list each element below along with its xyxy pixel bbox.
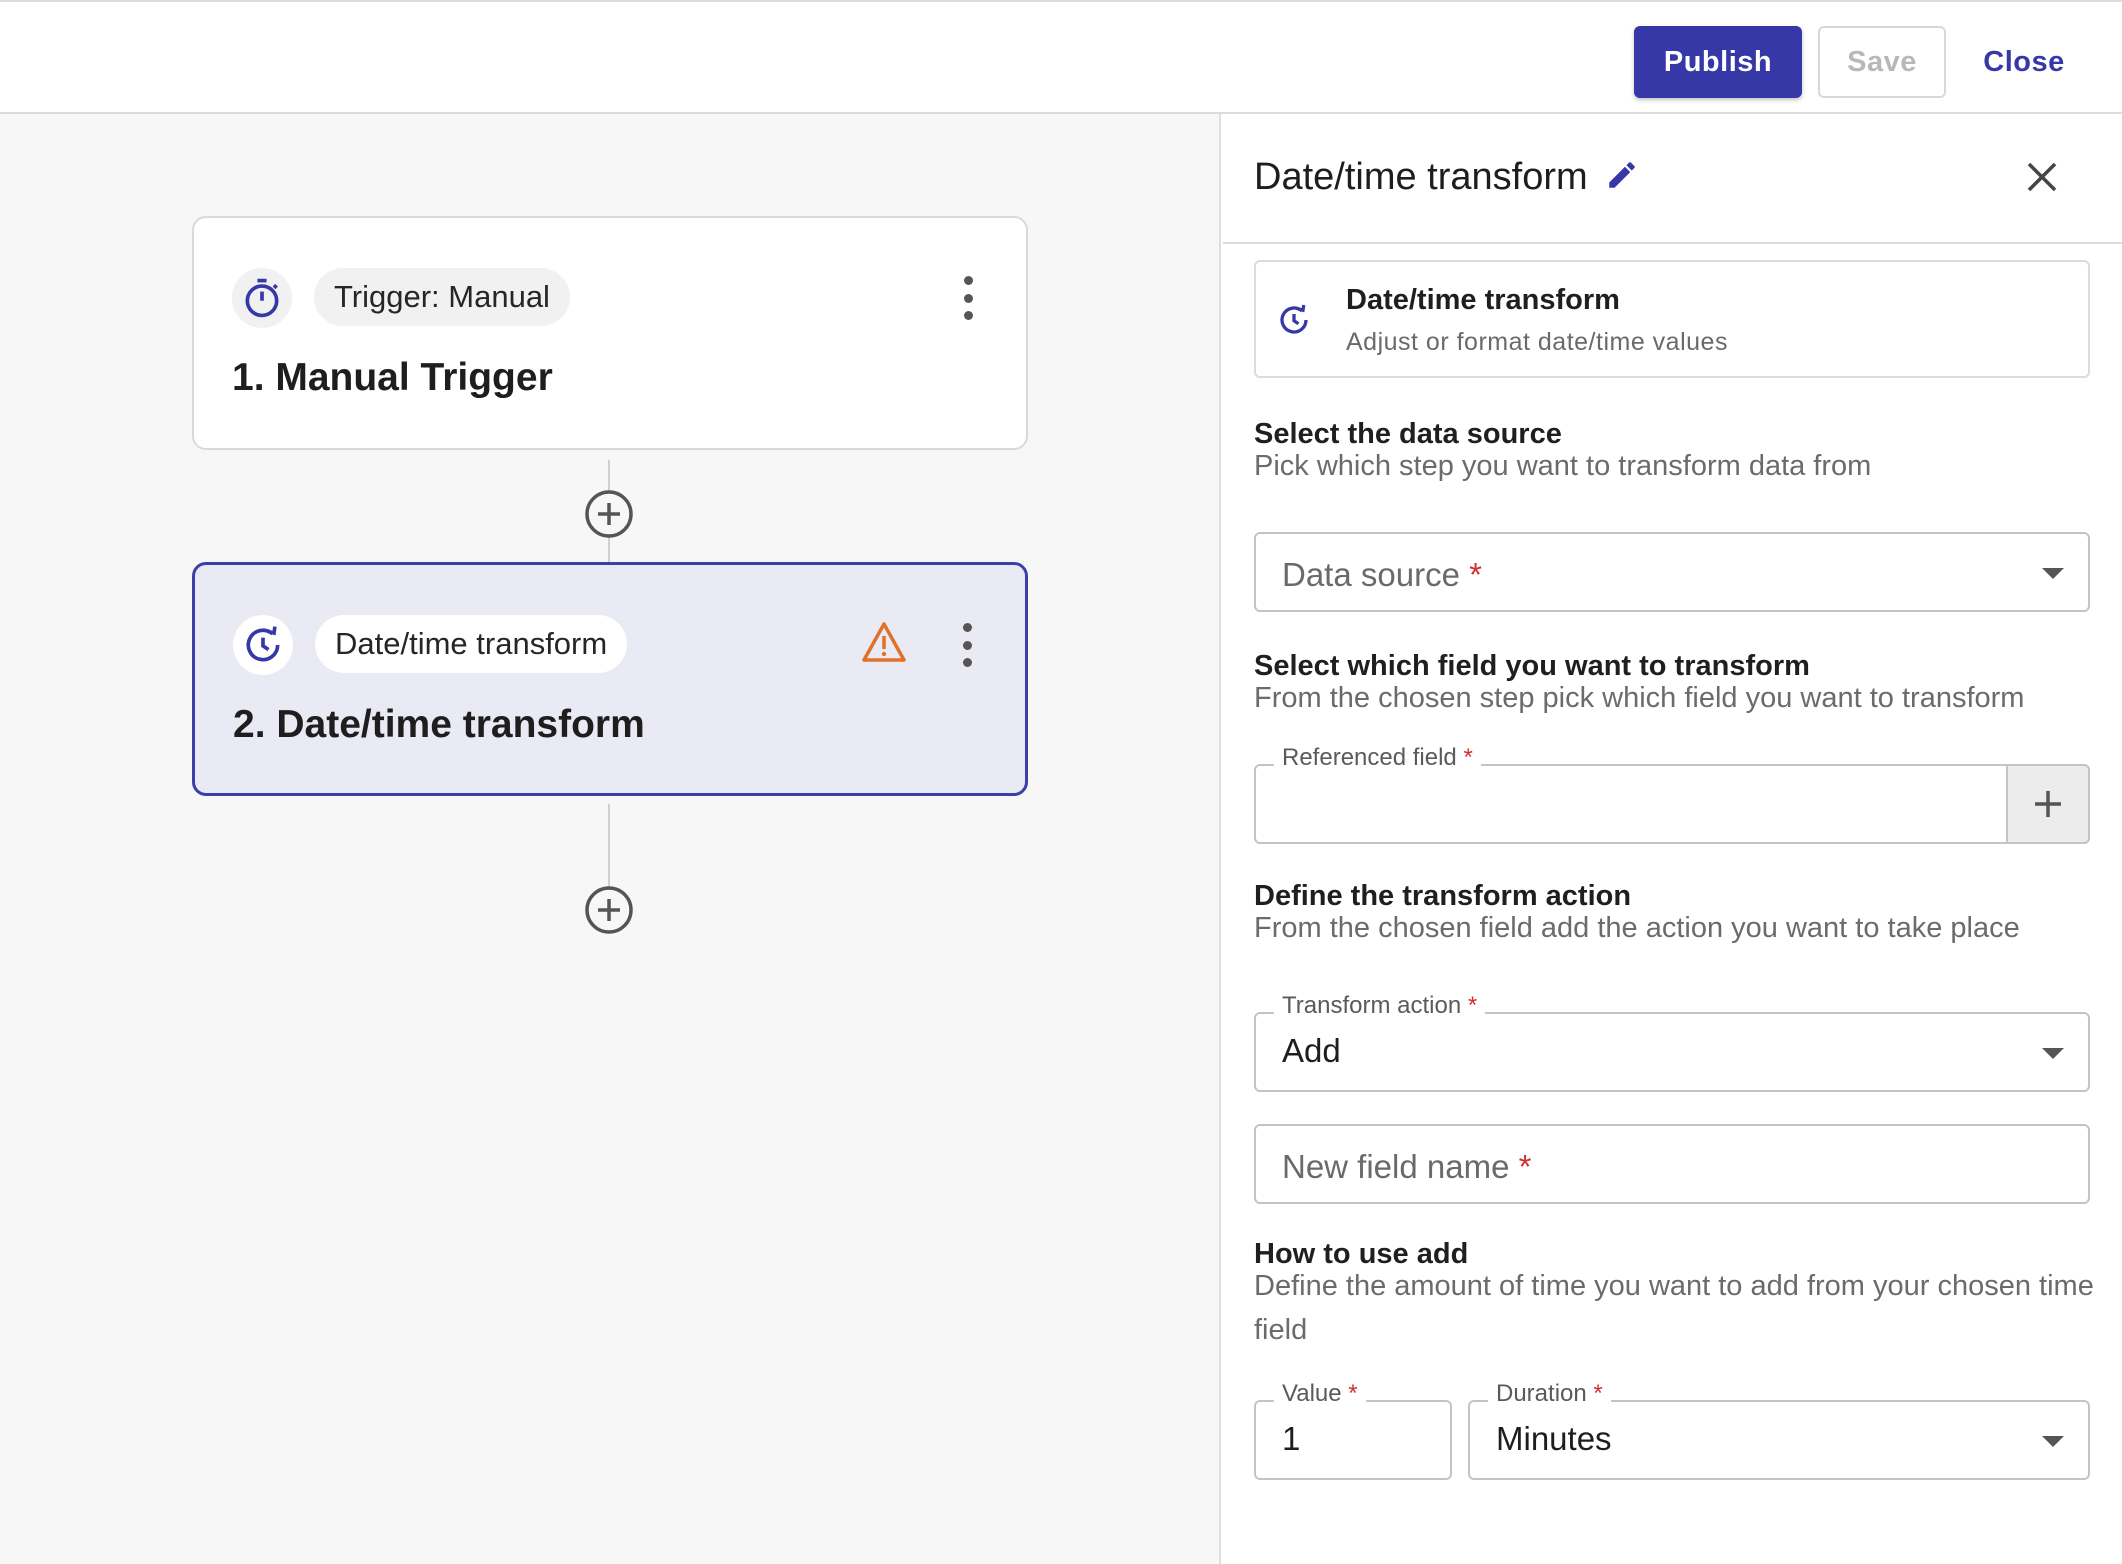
action-description: From the chosen field add the action you…	[1254, 912, 2020, 944]
add-step-icon[interactable]	[583, 488, 635, 540]
step-info-box: Date/time transform Adjust or format dat…	[1254, 260, 2090, 378]
panel-header: Date/time transform	[1223, 114, 2122, 244]
top-toolbar: Publish Save Close	[0, 0, 2122, 114]
step-card-date-time-transform[interactable]: Date/time transform 2. Date/time transfo…	[192, 562, 1028, 796]
add-field-button[interactable]	[2006, 764, 2090, 844]
transform-action-select[interactable]: Transform action * Add	[1254, 992, 2090, 1092]
referenced-field-input[interactable]: Referenced field *	[1254, 744, 2090, 844]
warning-icon	[861, 621, 907, 668]
more-options-icon[interactable]	[959, 623, 975, 667]
data-source-description: Pick which step you want to transform da…	[1254, 450, 1872, 482]
step-type-chip: Date/time transform	[315, 615, 628, 673]
step-type-chip: Trigger: Manual	[314, 268, 570, 326]
chevron-down-icon	[2042, 1436, 2064, 1447]
panel-title: Date/time transform	[1254, 156, 1588, 198]
more-options-icon[interactable]	[960, 276, 976, 320]
add-step-icon[interactable]	[583, 884, 635, 936]
flow-canvas: Trigger: Manual 1. Manual Trigger Date/t…	[0, 114, 1221, 1564]
close-button[interactable]: Close	[1960, 26, 2088, 98]
chevron-down-icon	[2042, 1048, 2064, 1059]
info-subtitle: Adjust or format date/time values	[1346, 328, 1728, 356]
how-to-description: Define the amount of time you want to ad…	[1254, 1270, 2094, 1346]
chevron-down-icon	[2042, 568, 2064, 579]
step-title: 2. Date/time transform	[233, 703, 645, 746]
step-title: 1. Manual Trigger	[232, 356, 553, 399]
edit-icon[interactable]	[1605, 158, 1639, 197]
step-card-manual-trigger[interactable]: Trigger: Manual 1. Manual Trigger	[192, 216, 1028, 450]
new-field-name-input[interactable]: New field name *	[1254, 1124, 2090, 1204]
data-source-select[interactable]: Data source *	[1254, 532, 2090, 612]
info-title: Date/time transform	[1346, 284, 1620, 316]
clock-refresh-icon	[1276, 302, 1312, 343]
clock-refresh-icon	[233, 615, 293, 675]
field-description: From the chosen step pick which field yo…	[1254, 682, 2025, 714]
close-icon[interactable]	[2023, 158, 2061, 201]
timer-icon	[232, 268, 292, 328]
duration-select[interactable]: Duration * Minutes	[1468, 1380, 2090, 1480]
step-config-panel: Date/time transform Date/time transform …	[1223, 114, 2122, 1564]
plus-icon	[2035, 791, 2061, 817]
publish-button[interactable]: Publish	[1634, 26, 1802, 98]
value-input[interactable]: Value * 1	[1254, 1380, 1452, 1480]
save-button[interactable]: Save	[1818, 26, 1946, 98]
